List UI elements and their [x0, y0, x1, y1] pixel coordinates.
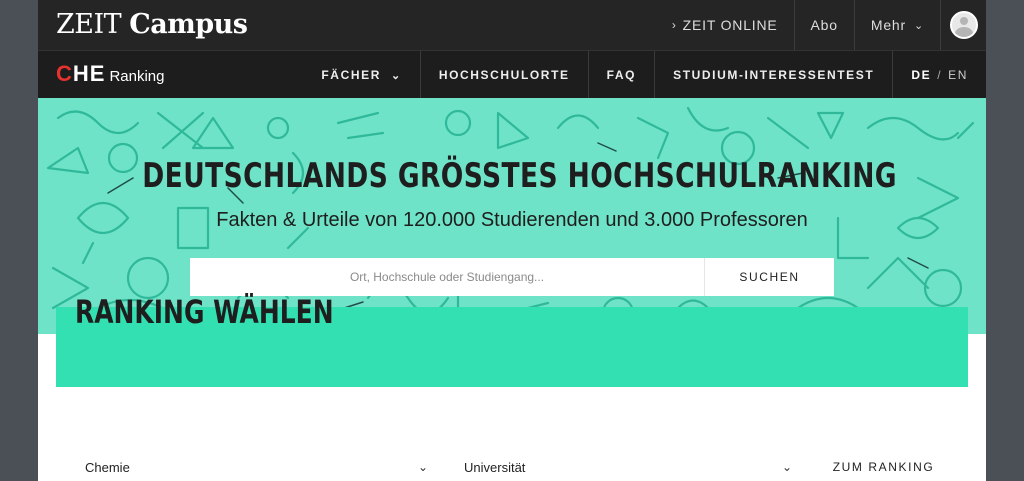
user-avatar-icon: [949, 11, 978, 39]
search-input[interactable]: [190, 258, 704, 296]
left-margin: [0, 0, 38, 481]
account-button[interactable]: [940, 0, 986, 50]
zeit-top-nav: › ZEIT ONLINE Abo Mehr ⌄: [656, 0, 986, 50]
zeit-online-label: ZEIT ONLINE: [682, 17, 778, 33]
hero-title: DEUTSCHLANDS GRÖSSTES HOCHSCHULRANKING: [142, 156, 897, 196]
nav-faecher-label: FÄCHER: [321, 68, 381, 82]
nav-interessentest-label: STUDIUM-INTERESSENTEST: [673, 68, 875, 82]
chevron-down-icon: ⌄: [390, 69, 402, 82]
zeit-campus-logo[interactable]: ZEIT Campus: [56, 9, 248, 40]
mehr-label: Mehr: [870, 17, 906, 33]
subject-select-value: Chemie: [85, 459, 130, 475]
abo-label: Abo: [810, 17, 838, 33]
che-nav-bar: CHE Ranking FÄCHER ⌄ HOCHSCHULORTE FAQ ST…: [38, 50, 986, 99]
nav-faecher[interactable]: FÄCHER ⌄: [303, 51, 419, 99]
lang-de-link[interactable]: DE: [911, 68, 931, 82]
institution-type-value: Universität: [464, 459, 526, 475]
nav-faq-label: FAQ: [606, 68, 637, 82]
che-nav: FÄCHER ⌄ HOCHSCHULORTE FAQ STUDIUM-INTER…: [303, 51, 986, 99]
search-bar: SUCHEN: [190, 258, 834, 296]
chevron-down-icon: ⌄: [913, 19, 924, 32]
institution-type-select[interactable]: Universität ⌄: [454, 452, 802, 481]
mehr-menu[interactable]: Mehr ⌄: [853, 0, 940, 50]
search-button[interactable]: SUCHEN: [704, 258, 834, 296]
abo-link[interactable]: Abo: [793, 0, 854, 50]
lang-en-link[interactable]: EN: [948, 68, 968, 82]
nav-faq[interactable]: FAQ: [587, 51, 654, 99]
chevron-down-icon: ⌄: [417, 460, 428, 474]
chevron-down-icon: ⌄: [781, 460, 792, 474]
subject-select[interactable]: Chemie ⌄: [75, 452, 438, 481]
nav-hochschulorte[interactable]: HOCHSCHULORTE: [419, 51, 588, 99]
nav-hochschulorte-label: HOCHSCHULORTE: [438, 68, 570, 82]
nav-interessentest[interactable]: STUDIUM-INTERESSENTEST: [654, 51, 892, 99]
page-frame: ZEIT Campus › ZEIT ONLINE Abo Mehr ⌄ CHE…: [38, 0, 986, 481]
lang-separator: /: [937, 68, 943, 82]
zum-ranking-button[interactable]: ZUM RANKING: [819, 452, 948, 481]
hero-subtitle: Fakten & Urteile von 120.000 Studierende…: [216, 209, 808, 231]
chevron-right-icon: ›: [671, 18, 677, 32]
right-margin: [986, 0, 1024, 481]
language-switch: DE / EN: [892, 51, 986, 99]
zeit-online-link[interactable]: › ZEIT ONLINE: [656, 0, 794, 50]
zeit-top-bar: ZEIT Campus › ZEIT ONLINE Abo Mehr ⌄: [38, 0, 986, 50]
ranking-heading: RANKING WÄHLEN: [75, 293, 334, 331]
che-ranking-logo[interactable]: CHE Ranking: [56, 61, 165, 87]
